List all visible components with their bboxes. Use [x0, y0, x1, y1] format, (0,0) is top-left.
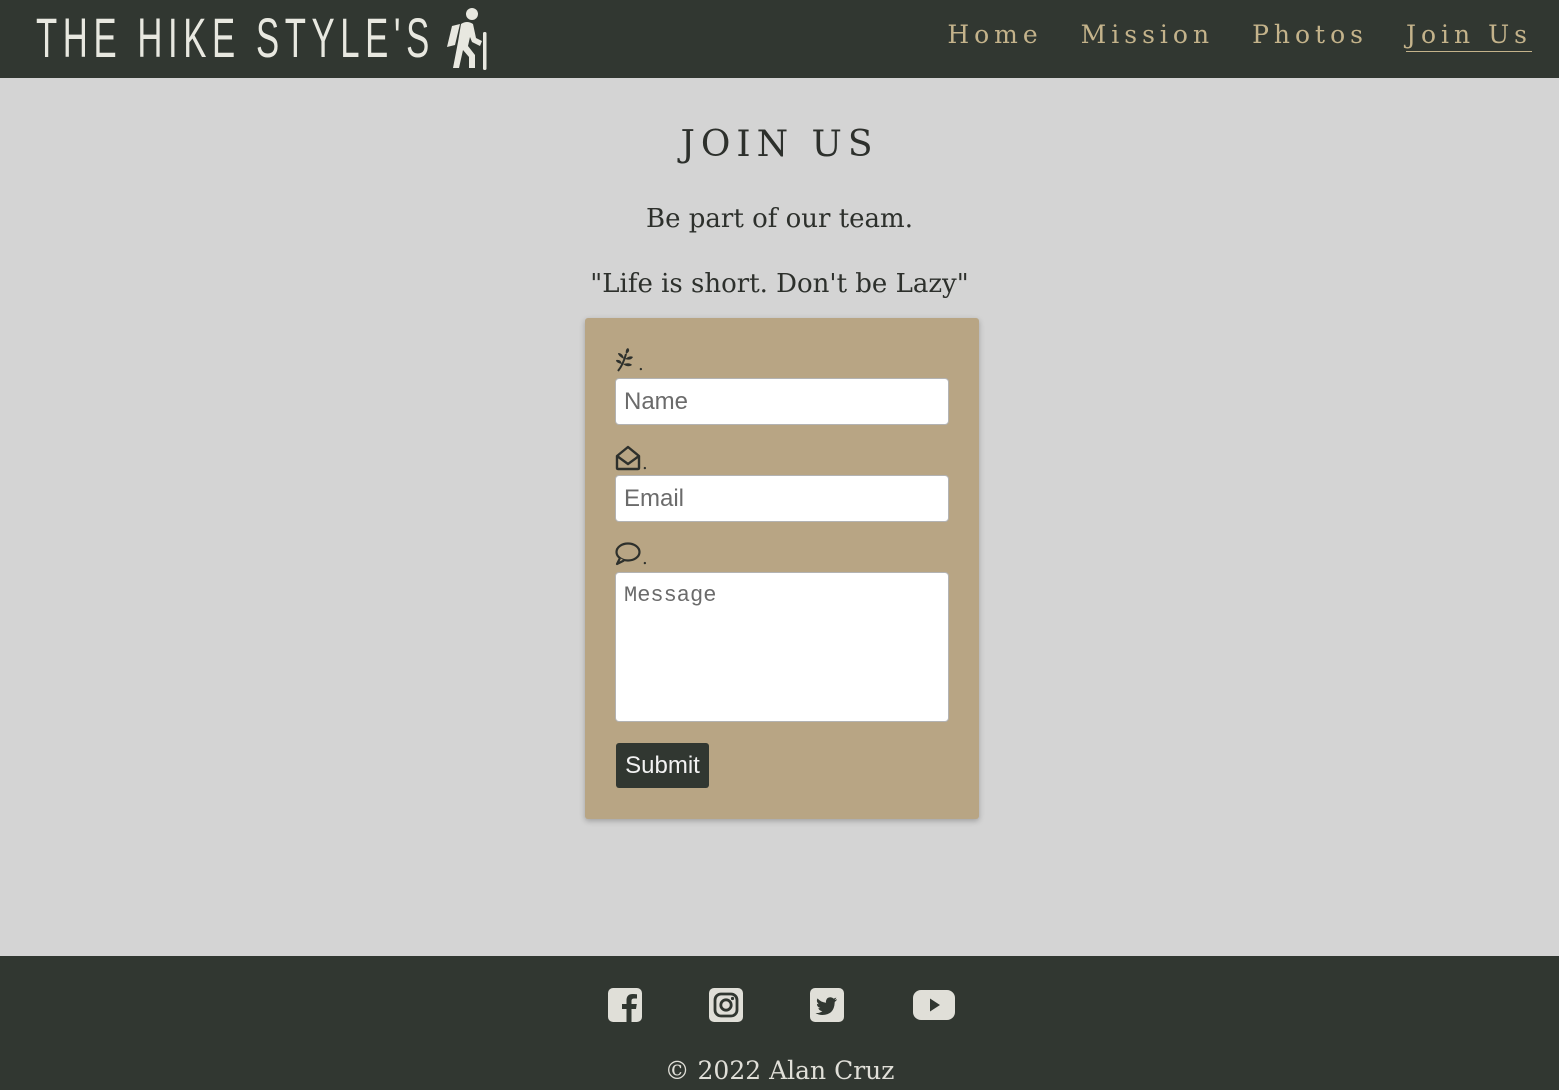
- page-title: JOIN US: [680, 124, 879, 165]
- page-quote: "Life is short. Don't be Lazy": [590, 269, 969, 299]
- instagram-icon[interactable]: [709, 988, 743, 1022]
- nav-photos[interactable]: Photos: [1252, 20, 1368, 52]
- nav-home[interactable]: Home: [947, 20, 1042, 52]
- youtube-icon[interactable]: [913, 990, 955, 1020]
- leaf-icon: [616, 348, 633, 372]
- facebook-icon[interactable]: [608, 988, 642, 1022]
- hiker-icon: [447, 8, 487, 70]
- message-textarea[interactable]: [615, 572, 949, 722]
- submit-button[interactable]: Submit: [616, 743, 709, 788]
- join-form: . . . Submit: [585, 318, 979, 819]
- copyright-text: © 2022 Alan Cruz: [664, 1056, 895, 1085]
- page-subtitle: Be part of our team.: [646, 204, 913, 234]
- main-nav: Home Mission Photos Join Us: [947, 20, 1532, 52]
- email-label: .: [615, 445, 648, 473]
- site-header: THE HIKE STYLE'S Home Mission Photos Joi…: [0, 0, 1559, 78]
- email-input[interactable]: [615, 475, 949, 522]
- nav-mission[interactable]: Mission: [1081, 20, 1214, 52]
- twitter-icon[interactable]: [810, 988, 844, 1022]
- name-input[interactable]: [615, 378, 949, 425]
- envelope-open-icon: [615, 445, 641, 471]
- site-brand[interactable]: THE HIKE STYLE'S: [36, 4, 435, 70]
- name-label: .: [615, 348, 644, 374]
- comment-icon: [615, 542, 641, 566]
- message-label: .: [615, 542, 648, 568]
- nav-join-us[interactable]: Join Us: [1405, 20, 1532, 52]
